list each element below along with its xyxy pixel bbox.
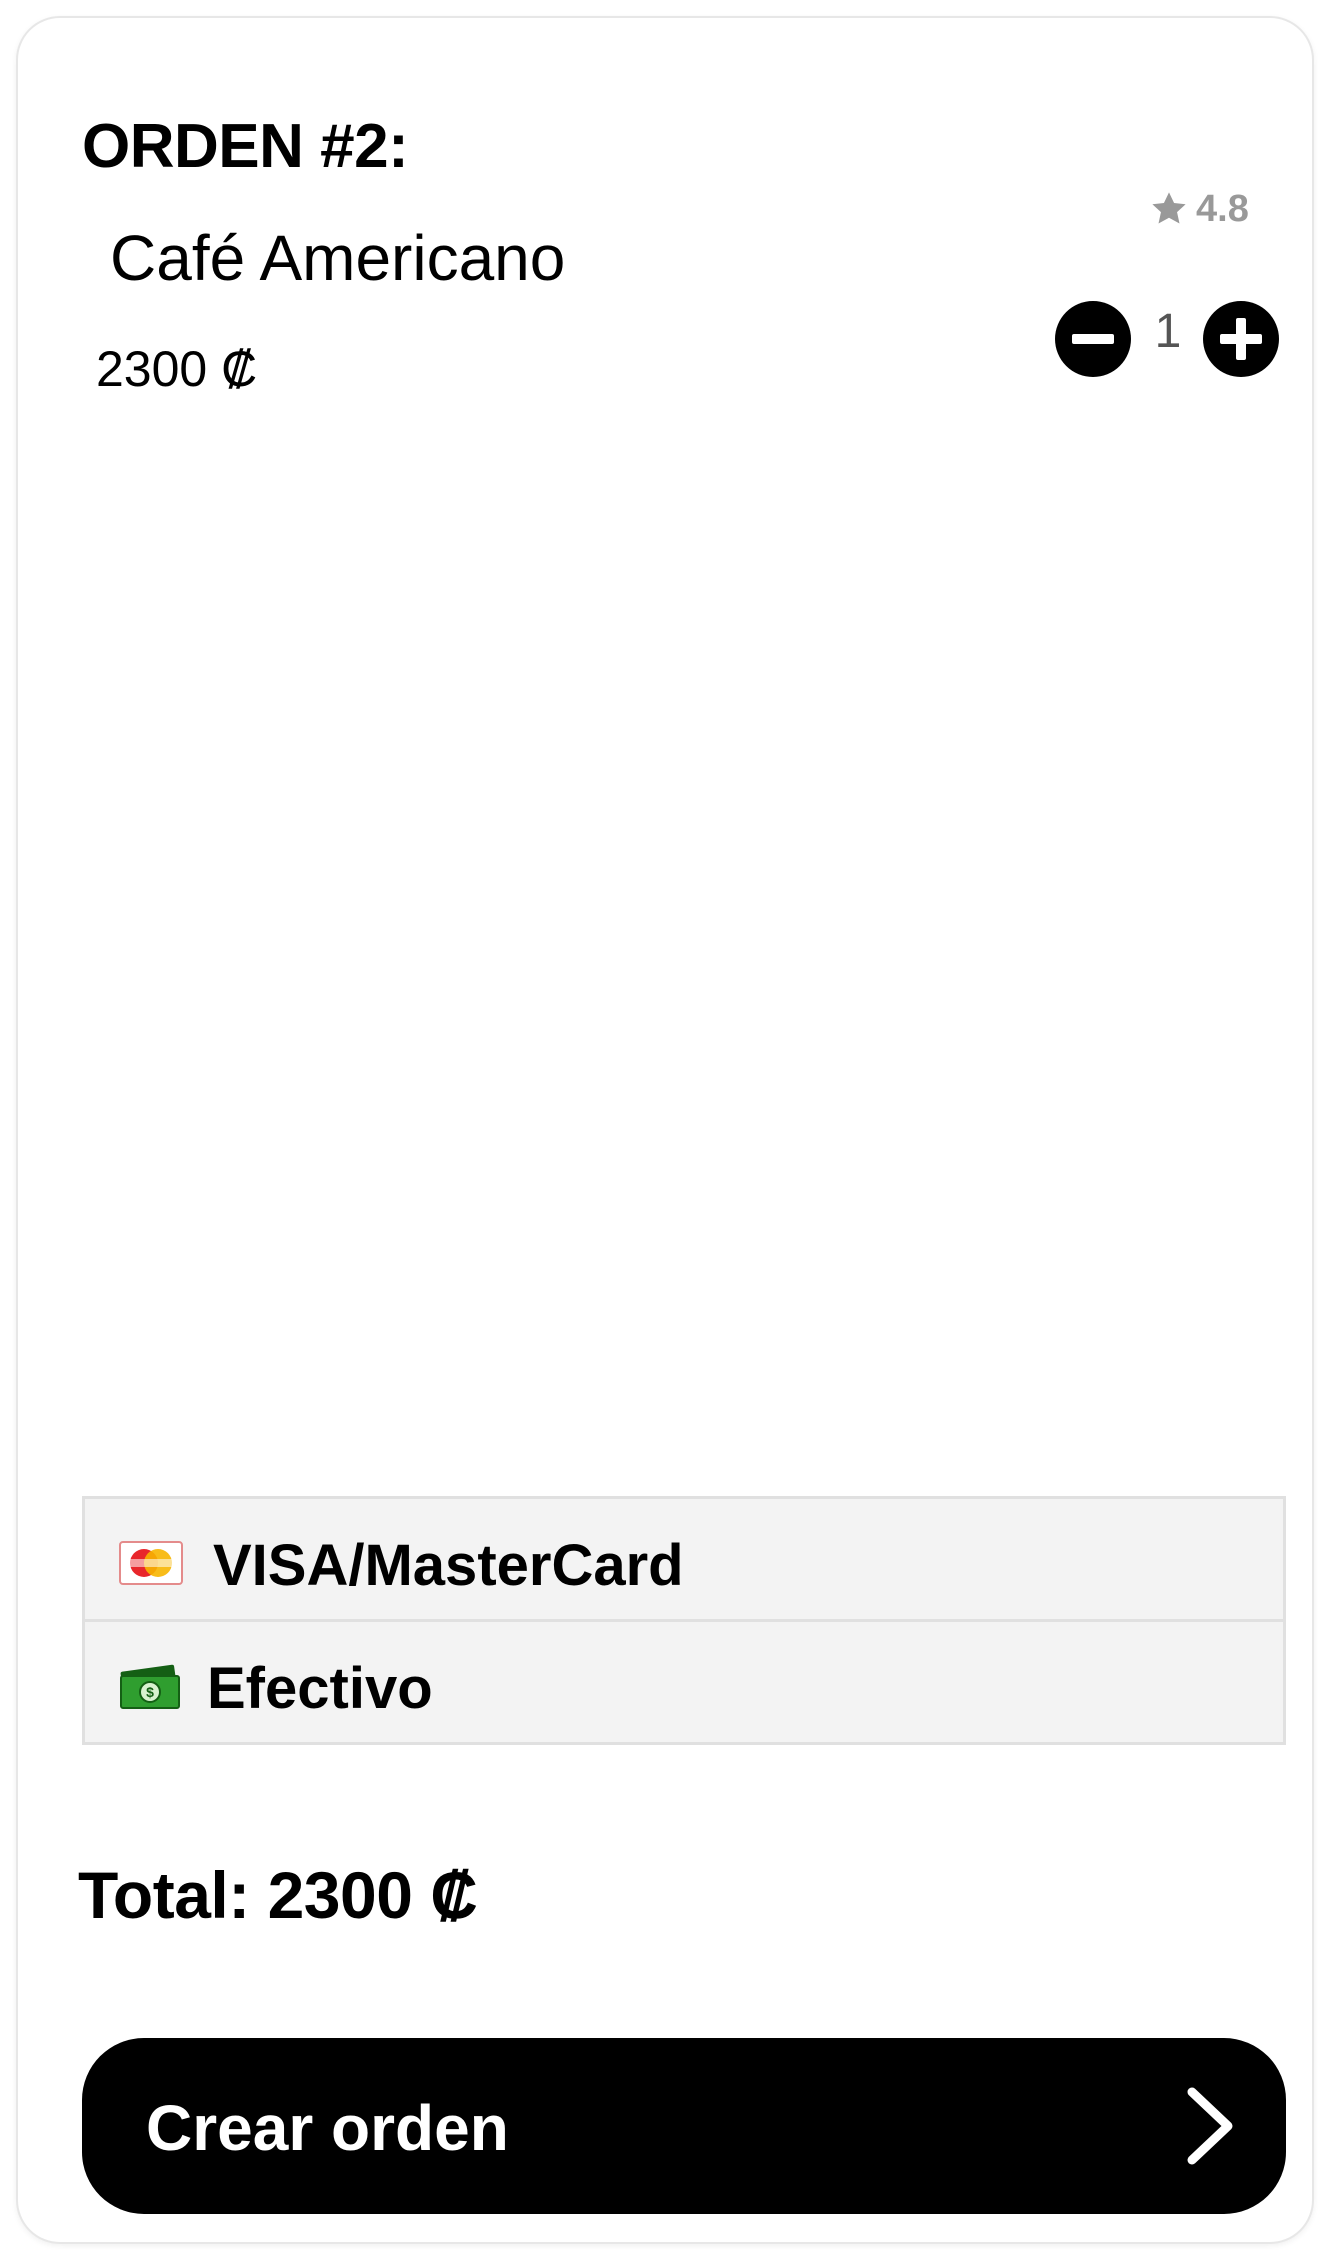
payment-option-card-label: VISA/MasterCard: [213, 1533, 684, 1598]
payment-methods: VISA/MasterCard $ Efectivo: [82, 1496, 1286, 1745]
quantity-value: 1: [1154, 305, 1182, 358]
product-price: 2300 ₡: [96, 341, 258, 397]
order-title: ORDEN #2:: [82, 112, 409, 181]
decrease-quantity-button[interactable]: [1055, 301, 1131, 377]
create-order-label: Crear orden: [146, 2092, 509, 2164]
product-name: Café Americano: [110, 222, 566, 294]
increase-quantity-button[interactable]: [1203, 301, 1279, 377]
minus-circle-icon: [1055, 301, 1131, 377]
payment-option-cash-label: Efectivo: [207, 1656, 433, 1721]
rating-value: 4.8: [1196, 188, 1249, 230]
svg-text:$: $: [146, 1684, 154, 1700]
rating: 4.8: [1148, 188, 1249, 230]
order-card: ORDEN #2: Café Americano 2300 ₡ 4.8 1 VI…: [16, 16, 1314, 2244]
plus-circle-icon: [1203, 301, 1279, 377]
chevron-right-icon: [1180, 2084, 1240, 2168]
payment-option-cash[interactable]: $ Efectivo: [85, 1619, 1283, 1742]
payment-option-card[interactable]: VISA/MasterCard: [85, 1499, 1283, 1619]
star-icon: [1148, 188, 1190, 230]
mastercard-icon: [119, 1541, 183, 1585]
create-order-button[interactable]: Crear orden: [82, 2038, 1286, 2214]
cash-icon: $: [119, 1664, 181, 1714]
order-total: Total: 2300 ₡: [78, 1858, 478, 1932]
